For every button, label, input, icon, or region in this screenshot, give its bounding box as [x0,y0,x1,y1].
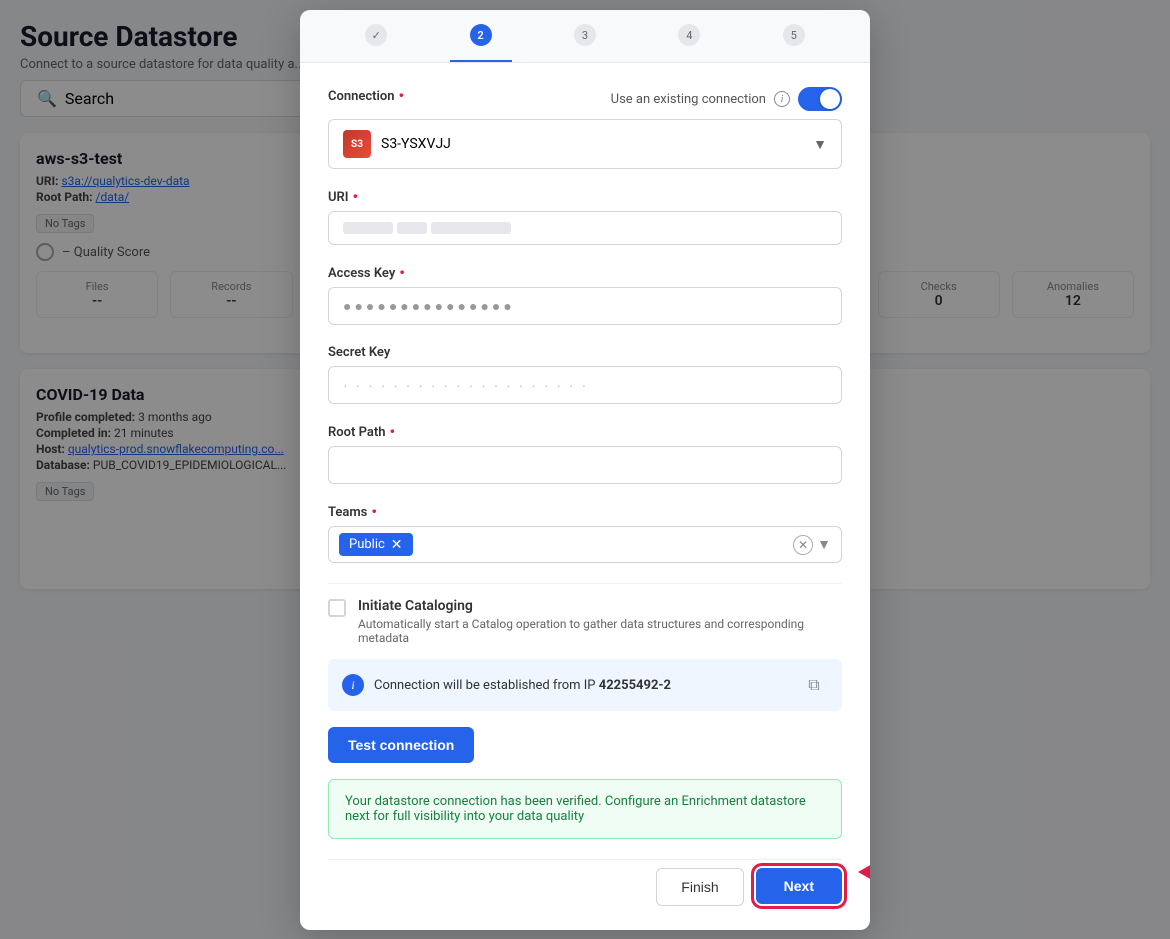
access-key-required: • [399,265,405,281]
required-dot: • [399,88,405,104]
modal-footer: Finish Next [328,859,842,906]
connection-dropdown[interactable]: S3 S3-YSXVJJ ▼ [328,119,842,169]
use-existing-label: Use an existing connection [611,92,766,107]
uri-required: • [353,189,359,205]
initiate-cataloging-desc: Automatically start a Catalog operation … [358,617,842,645]
test-connection-button[interactable]: Test connection [328,727,474,763]
root-path-input[interactable] [328,446,842,484]
ip-notice-banner: i Connection will be established from IP… [328,659,842,711]
tab-icon-5: 5 [783,24,805,46]
teams-input[interactable]: Public ✕ ✕ ▼ [328,526,842,563]
tab-step2[interactable]: 2 [450,10,512,62]
uri-label: URI • [328,189,842,205]
connection-label: Connection • [328,88,404,104]
next-button-wrapper: Next [756,868,842,906]
use-existing-toggle[interactable] [798,87,842,111]
copy-ip-icon[interactable]: ⧉ [800,671,828,699]
tab-step4[interactable]: 4 [658,10,720,62]
clear-all-icon[interactable]: ✕ [793,535,813,555]
modal-body: Connection • Use an existing connection … [300,63,870,930]
initiate-cataloging-content: Initiate Cataloging Automatically start … [358,598,842,645]
connection-label-row: Connection • Use an existing connection … [328,87,842,111]
next-arrow-indicator [860,864,870,880]
uri-row: URI • [328,189,842,245]
teams-required: • [371,504,377,520]
tab-step1[interactable]: ✓ [345,10,407,62]
tab-icon-3: 3 [574,24,596,46]
tab-icon-1: ✓ [365,24,387,46]
connection-select-left: S3 S3-YSXVJJ [343,130,451,158]
next-button[interactable]: Next [756,868,842,904]
dropdown-chevron-icon: ▼ [813,136,827,153]
success-message: Your datastore connection has been verif… [345,794,806,824]
s3-icon: S3 [343,130,371,158]
teams-row: Teams • Public ✕ ✕ ▼ [328,504,842,563]
ip-value: 42255492-2 [599,678,671,693]
ip-notice-text: Connection will be established from IP 4… [374,678,790,693]
toggle-knob [820,89,840,109]
connection-value: S3-YSXVJJ [381,136,451,152]
tab-icon-4: 4 [678,24,700,46]
arrow-head-icon [858,864,870,880]
access-key-row: Access Key • [328,265,842,325]
initiate-cataloging-checkbox[interactable] [328,599,346,617]
root-path-required: • [389,424,395,440]
uri-block-1 [343,222,393,234]
use-existing-info-icon[interactable]: i [774,91,790,107]
secret-key-label: Secret Key [328,345,842,360]
connection-row: Connection • Use an existing connection … [328,87,842,169]
teams-chevron-icon[interactable]: ▼ [817,536,831,553]
tab-step3[interactable]: 3 [554,10,616,62]
chip-remove-icon[interactable]: ✕ [391,538,403,552]
finish-button[interactable]: Finish [656,868,743,906]
info-banner-icon: i [342,674,364,696]
initiate-cataloging-label: Initiate Cataloging [358,598,842,614]
tab-step5[interactable]: 5 [763,10,825,62]
teams-label: Teams • [328,504,842,520]
access-key-input[interactable] [328,287,842,325]
success-banner: Your datastore connection has been verif… [328,779,842,839]
uri-block-2 [397,222,427,234]
root-path-label: Root Path • [328,424,842,440]
root-path-row: Root Path • [328,424,842,484]
uri-input-field[interactable] [328,211,842,245]
use-existing-section: Use an existing connection i [611,87,842,111]
initiate-cataloging-row: Initiate Cataloging Automatically start … [328,583,842,659]
uri-block-3 [431,222,511,234]
chips-clear: ✕ ▼ [793,535,831,555]
modal-dialog: ✓ 2 3 4 5 Connection [300,10,870,930]
modal-tabs: ✓ 2 3 4 5 [300,10,870,63]
modal-overlay: ✓ 2 3 4 5 Connection [0,0,1170,939]
secret-key-input[interactable] [328,366,842,404]
public-chip: Public ✕ [339,533,413,556]
chip-label: Public [349,537,385,552]
access-key-label: Access Key • [328,265,842,281]
secret-key-row: Secret Key [328,345,842,404]
tab-icon-2: 2 [470,24,492,46]
